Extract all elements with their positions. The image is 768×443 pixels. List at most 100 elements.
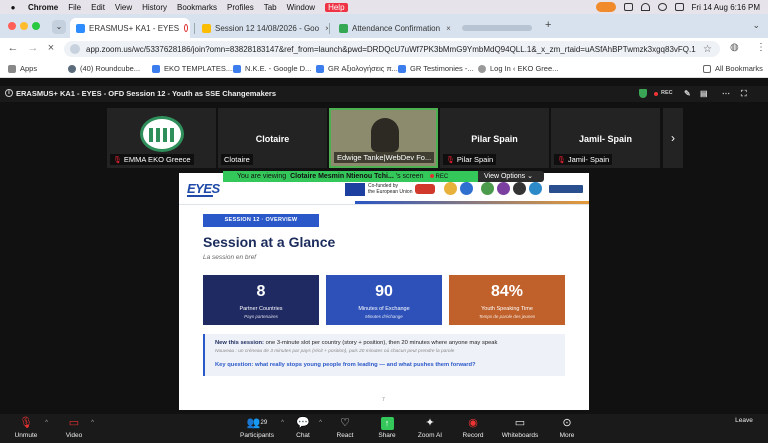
close-window-button[interactable] — [8, 22, 16, 30]
zoom-ai-button[interactable]: ✦ Zoom AI — [416, 417, 444, 439]
menu-window[interactable]: Window — [287, 3, 315, 12]
more-button[interactable]: ⊙ More — [556, 417, 578, 439]
whiteboards-button[interactable]: ▭ Whiteboards — [499, 417, 541, 439]
stat-label: Minutes of Exchange — [358, 306, 410, 312]
checkbox-favicon-icon — [339, 23, 348, 33]
menu-tab[interactable]: Tab — [264, 3, 277, 12]
new-tab-button[interactable]: + — [545, 19, 551, 31]
stat-label-fr: Pays partenaires — [244, 314, 278, 319]
participant-video — [371, 118, 399, 152]
stat-label-fr: Temps de parole des jeunes — [478, 314, 536, 319]
bookmark-star-icon[interactable]: ☆ — [703, 44, 712, 55]
maximize-window-button[interactable] — [32, 22, 40, 30]
stat-label: Youth Speaking Time — [481, 306, 533, 312]
leave-button[interactable]: Leave — [732, 417, 756, 424]
chevron-up-icon[interactable]: ^ — [91, 420, 94, 426]
menu-edit[interactable]: Edit — [91, 3, 105, 12]
mic-in-use-icon[interactable] — [595, 2, 616, 12]
participant-tile-edwige[interactable]: Edwige Tanke|WebDev Fo... — [329, 108, 438, 168]
video-button[interactable]: ▭ Video ^ — [62, 417, 94, 439]
chevron-up-icon[interactable]: ^ — [281, 420, 284, 426]
next-page-arrow-icon[interactable]: › — [663, 108, 683, 168]
bookmark-gr-testimonies[interactable]: GR Testimonies -... — [398, 64, 474, 73]
menu-bookmarks[interactable]: Bookmarks — [177, 3, 217, 12]
chat-button[interactable]: 💬 Chat ^ — [292, 417, 322, 439]
bookmark-apps[interactable]: Apps — [8, 64, 37, 73]
meeting-title: ERASMUS+ KA1 - EYES - OFD Session 12 - Y… — [16, 89, 277, 98]
control-center-icon[interactable] — [674, 3, 684, 11]
meeting-toolbar: 🎙 Unmute ^ ▭ Video ^ 👥29 Participants ^ 💬 C… — [0, 414, 768, 443]
minimize-window-button[interactable] — [20, 22, 28, 30]
whiteboard-icon: ▭ — [514, 417, 526, 429]
back-button[interactable]: ← — [6, 42, 20, 54]
chrome-menu-icon[interactable]: ⋮ — [756, 42, 766, 53]
bookmark-nke[interactable]: N.K.E. - Google D... — [233, 64, 311, 73]
bookmark-roundcube[interactable]: (40) Roundcube... — [68, 64, 140, 73]
close-tab-icon[interactable]: × — [446, 24, 451, 33]
apps-grid-icon — [8, 64, 16, 73]
view-options-button[interactable]: View Options ⌄ — [478, 171, 544, 182]
address-bar[interactable]: app.zoom.us/wc/5337628186/join?omn=83828… — [64, 41, 720, 57]
tab-blurred[interactable] — [456, 18, 540, 38]
meeting-header: i ERASMUS+ KA1 - EYES - OFD Session 12 -… — [0, 86, 768, 102]
battery-icon[interactable] — [623, 3, 633, 11]
partner-logo — [497, 182, 510, 195]
participant-tile-emma[interactable]: 🎙 EMMA EKO Greece — [107, 108, 216, 168]
forward-button[interactable]: → — [26, 42, 40, 54]
stop-loading-button[interactable]: × — [44, 42, 58, 54]
mic-muted-icon: 🎙 — [19, 417, 33, 429]
menu-help[interactable]: Help — [325, 2, 348, 12]
participants-icon: 👥29 — [246, 417, 268, 429]
react-button[interactable]: ♡ React — [334, 417, 356, 439]
tab-attendance[interactable]: Attendance Confirmation × — [333, 18, 451, 38]
site-info-icon[interactable] — [70, 44, 80, 54]
doc-icon — [316, 64, 324, 73]
search-icon[interactable] — [657, 3, 667, 11]
mic-muted-icon: 🎙 — [557, 157, 566, 164]
participant-center-name: Jamil- Spain — [578, 134, 632, 144]
partner-logo — [549, 185, 583, 193]
menu-file[interactable]: File — [68, 3, 81, 12]
menu-profiles[interactable]: Profiles — [227, 3, 254, 12]
tab-erasmus[interactable]: ERASMUS+ KA1 - EYES — [70, 18, 190, 38]
pin-icon[interactable]: ✎ — [684, 89, 691, 98]
fullscreen-icon[interactable]: ⛶ — [741, 89, 747, 99]
menu-app-name[interactable]: Chrome — [28, 3, 58, 12]
record-button[interactable]: ◉ Record — [460, 417, 486, 439]
close-tab-icon[interactable]: × — [325, 24, 328, 33]
tab-list-chevron-icon[interactable]: ⌄ — [752, 20, 760, 31]
chat-icon: 💬 — [296, 417, 310, 429]
tab-search-button[interactable]: ⌄ — [52, 20, 66, 34]
encryption-shield-icon[interactable] — [639, 89, 647, 98]
extension-icon[interactable]: ◍ — [730, 42, 739, 53]
participant-tile-pilar[interactable]: Pilar Spain 🎙 Pilar Spain — [440, 108, 549, 168]
menu-clock[interactable]: Fri 14 Aug 6:16 PM — [692, 3, 760, 12]
chevron-down-icon: ⌄ — [527, 173, 533, 180]
bookmark-eko-templates[interactable]: EKO TEMPLATES.... — [152, 64, 234, 73]
menu-history[interactable]: History — [142, 3, 167, 12]
stat-card-minutes: 90 Minutes of Exchange Minutes d'échange — [326, 275, 442, 325]
meeting-info-icon[interactable]: i — [5, 89, 13, 97]
recording-dot-icon — [429, 174, 434, 179]
chevron-up-icon[interactable]: ^ — [45, 420, 48, 426]
apple-icon[interactable]: ● — [6, 3, 20, 12]
navigation-bar: ← → × app.zoom.us/wc/5337628186/join?omn… — [0, 38, 768, 60]
partner-logo — [460, 182, 473, 195]
bookmark-gr-evaluations[interactable]: GR Αξιολογήσεις π... — [316, 64, 398, 73]
participant-tile-jamil[interactable]: Jamil- Spain 🎙 Jamil- Spain — [551, 108, 660, 168]
chevron-up-icon[interactable]: ^ — [319, 420, 322, 426]
shared-screen: EYES Co-funded by the European Union SESS… — [179, 173, 589, 410]
tab-session-12[interactable]: Session 12 14/08/2026 - Goo × — [196, 18, 328, 38]
unmute-button[interactable]: 🎙 Unmute ^ — [12, 417, 48, 439]
speaker-view-icon[interactable]: ▤ — [700, 89, 708, 98]
participants-button[interactable]: 👥29 Participants ^ — [238, 417, 284, 439]
folder-icon — [703, 64, 711, 73]
share-button[interactable]: ↑ Share — [376, 417, 398, 439]
wifi-icon[interactable] — [640, 3, 650, 11]
participant-tile-clotaire[interactable]: Clotaire Clotaire — [218, 108, 327, 168]
menu-view[interactable]: View — [115, 3, 132, 12]
more-options-icon[interactable]: ⋯ — [722, 89, 730, 98]
mic-muted-icon: 🎙 — [113, 157, 122, 164]
bookmark-eko-login[interactable]: Log In ‹ EKO Gree... — [478, 64, 558, 73]
bookmark-all[interactable]: All Bookmarks — [703, 64, 763, 73]
